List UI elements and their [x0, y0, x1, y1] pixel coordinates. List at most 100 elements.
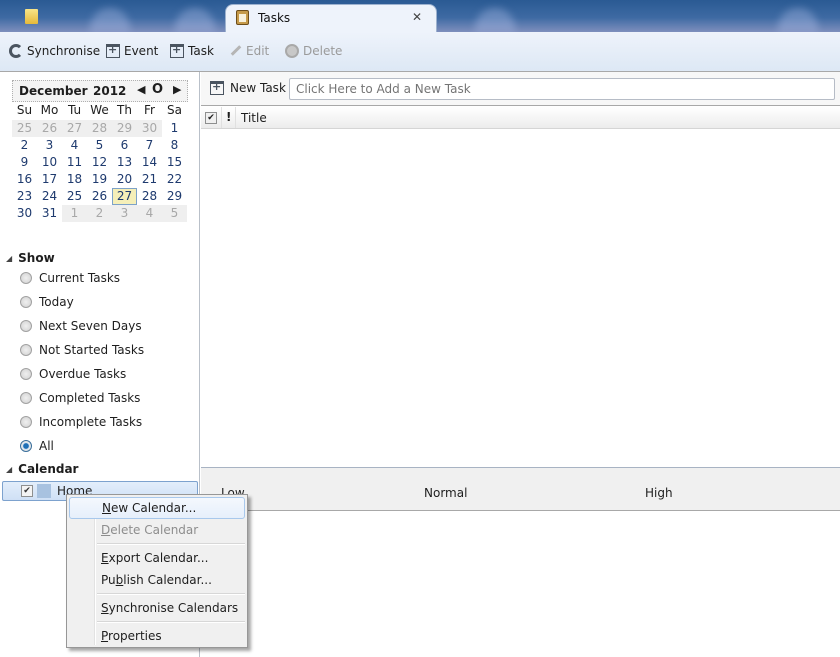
day-cell[interactable]: 8: [162, 137, 187, 154]
folder-icon[interactable]: [25, 9, 38, 24]
month-label[interactable]: December: [19, 84, 88, 98]
show-option-not-started-tasks[interactable]: Not Started Tasks: [20, 343, 144, 357]
collapse-triangle-icon[interactable]: ◢: [6, 254, 12, 263]
day-cell-other-month[interactable]: 3: [112, 205, 137, 222]
show-option-overdue-tasks[interactable]: Overdue Tasks: [20, 367, 126, 381]
radio-label: Completed Tasks: [39, 391, 141, 405]
day-cell[interactable]: 15: [162, 154, 187, 171]
day-cell-other-month[interactable]: 27: [62, 120, 87, 137]
day-cell[interactable]: 5: [87, 137, 112, 154]
day-cell-other-month[interactable]: 25: [12, 120, 37, 137]
day-cell-other-month[interactable]: 30: [137, 120, 162, 137]
radio-label: Today: [39, 295, 74, 309]
next-month-icon[interactable]: ▶: [173, 83, 181, 96]
edit-button[interactable]: Edit: [230, 44, 269, 58]
previous-month-icon[interactable]: ◀: [137, 83, 145, 96]
title-column-header[interactable]: Title: [241, 111, 267, 125]
show-option-all[interactable]: All: [20, 439, 54, 453]
calendar-checkbox[interactable]: ✔: [21, 485, 33, 497]
day-cell[interactable]: 14: [137, 154, 162, 171]
day-cell[interactable]: 17: [37, 171, 62, 188]
weekday-label: Sa: [167, 103, 182, 117]
tab-tasks[interactable]: Tasks ✕: [225, 4, 437, 32]
day-cell-other-month[interactable]: 5: [162, 205, 187, 222]
day-cell[interactable]: 21: [137, 171, 162, 188]
day-cell[interactable]: 20: [112, 171, 137, 188]
day-cell-other-month[interactable]: 29: [112, 120, 137, 137]
menu-item-properties[interactable]: Properties: [69, 625, 245, 647]
day-cell[interactable]: 10: [37, 154, 62, 171]
day-cell[interactable]: 2: [12, 137, 37, 154]
priority-column-header[interactable]: !: [226, 110, 231, 124]
day-cell[interactable]: 31: [37, 205, 62, 222]
radio-button[interactable]: [20, 392, 32, 404]
weekday-label: Fr: [144, 103, 155, 117]
day-cell[interactable]: 27: [112, 188, 137, 205]
menu-item-delete-calendar[interactable]: Delete Calendar: [69, 519, 245, 541]
radio-button[interactable]: [20, 440, 32, 452]
menu-item-export-calendar[interactable]: Export Calendar...: [69, 547, 245, 569]
day-cell-other-month[interactable]: 4: [137, 205, 162, 222]
show-option-today[interactable]: Today: [20, 295, 74, 309]
day-cell[interactable]: 18: [62, 171, 87, 188]
new-task-input[interactable]: [289, 78, 835, 100]
day-cell[interactable]: 30: [12, 205, 37, 222]
new-task-toolbar-button[interactable]: Task: [170, 43, 214, 58]
show-option-current-tasks[interactable]: Current Tasks: [20, 271, 120, 285]
show-section-header[interactable]: ◢ Show: [6, 251, 55, 265]
collapse-triangle-icon[interactable]: ◢: [6, 465, 12, 474]
day-cell[interactable]: 13: [112, 154, 137, 171]
new-task-label: New Task: [230, 81, 286, 95]
day-cell[interactable]: 7: [137, 137, 162, 154]
calendar-color-swatch: [37, 484, 51, 498]
day-cell[interactable]: 11: [62, 154, 87, 171]
day-cell[interactable]: 29: [162, 188, 187, 205]
day-cell[interactable]: 22: [162, 171, 187, 188]
day-cell[interactable]: 3: [37, 137, 62, 154]
day-cell[interactable]: 1: [162, 120, 187, 137]
menu-item-synchronise-calendars[interactable]: Synchronise Calendars: [69, 597, 245, 619]
show-option-incomplete-tasks[interactable]: Incomplete Tasks: [20, 415, 142, 429]
completed-column-checkbox-icon[interactable]: ✔: [205, 112, 217, 124]
day-cell[interactable]: 28: [137, 188, 162, 205]
menu-separator: [97, 621, 245, 623]
menu-item-publish-calendar[interactable]: Publish Calendar...: [69, 569, 245, 591]
day-cell[interactable]: 25: [62, 188, 87, 205]
background-decoration: [778, 8, 818, 32]
day-cell[interactable]: 26: [87, 188, 112, 205]
radio-button[interactable]: [20, 296, 32, 308]
calendar-section-header[interactable]: ◢ Calendar: [6, 462, 78, 476]
day-cell[interactable]: 9: [12, 154, 37, 171]
menu-item-new-calendar[interactable]: New Calendar...: [69, 497, 245, 519]
day-cell-other-month[interactable]: 26: [37, 120, 62, 137]
day-cell[interactable]: 12: [87, 154, 112, 171]
year-label[interactable]: 2012: [93, 84, 126, 98]
radio-button[interactable]: [20, 272, 32, 284]
day-cell[interactable]: 16: [12, 171, 37, 188]
tab-title: Tasks: [258, 11, 291, 25]
priority-high[interactable]: High: [645, 486, 673, 500]
day-cell[interactable]: 19: [87, 171, 112, 188]
delete-button[interactable]: Delete: [285, 44, 342, 58]
show-option-completed-tasks[interactable]: Completed Tasks: [20, 391, 140, 405]
radio-button[interactable]: [20, 368, 32, 380]
day-cell[interactable]: 24: [37, 188, 62, 205]
day-cell[interactable]: 23: [12, 188, 37, 205]
radio-label: Current Tasks: [39, 271, 121, 285]
day-cell-other-month[interactable]: 28: [87, 120, 112, 137]
new-task-button[interactable]: New Task: [210, 80, 286, 95]
show-option-next-seven-days[interactable]: Next Seven Days: [20, 319, 142, 333]
day-cell[interactable]: 6: [112, 137, 137, 154]
radio-button[interactable]: [20, 416, 32, 428]
day-cell-other-month[interactable]: 1: [62, 205, 87, 222]
delete-label: Delete: [303, 44, 343, 58]
day-cell-other-month[interactable]: 2: [87, 205, 112, 222]
day-cell[interactable]: 4: [62, 137, 87, 154]
priority-normal[interactable]: Normal: [424, 486, 467, 500]
radio-button[interactable]: [20, 320, 32, 332]
new-event-button[interactable]: Event: [106, 43, 158, 58]
radio-button[interactable]: [20, 344, 32, 356]
synchronise-button[interactable]: Synchronise: [9, 44, 100, 58]
today-icon[interactable]: O: [152, 82, 163, 97]
close-icon[interactable]: ✕: [412, 10, 422, 24]
